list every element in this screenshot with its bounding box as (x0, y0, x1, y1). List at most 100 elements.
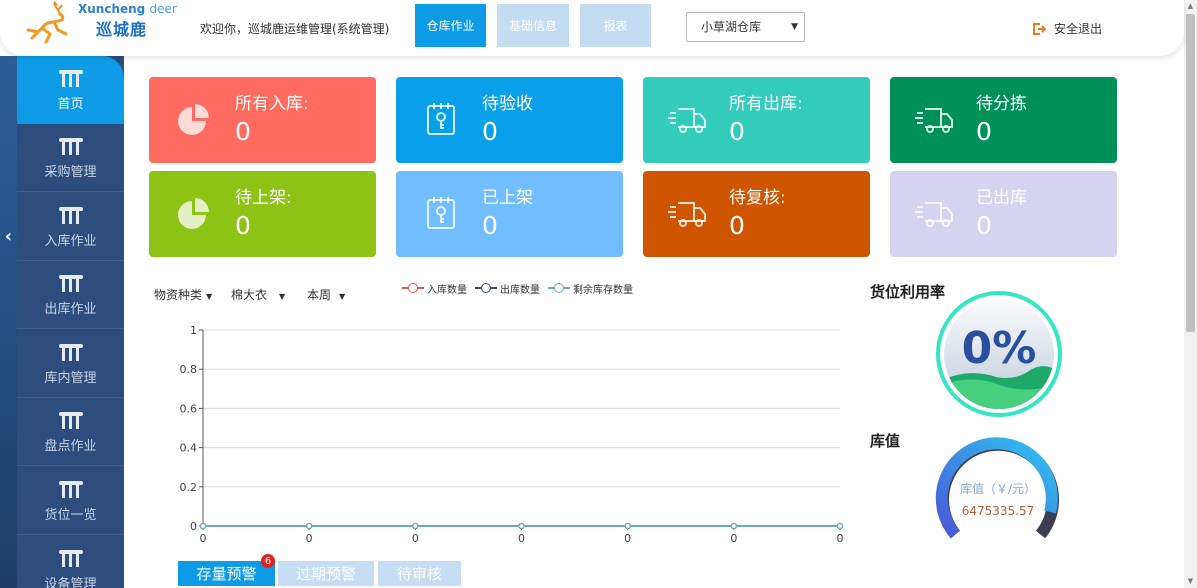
logout-button[interactable]: 安全退出 (1032, 20, 1102, 37)
series-point (730, 522, 737, 530)
series-point (836, 522, 844, 530)
y-tick-label: 0 (190, 520, 197, 533)
scroll-thumb[interactable] (1186, 14, 1195, 332)
sidebar-item-home[interactable]: 首页 (17, 56, 124, 124)
card-label: 已上架 (482, 188, 533, 208)
warehouse-select-value: 小草湖仓库 (701, 20, 762, 34)
legend-marker (548, 283, 570, 293)
legend-item-remaining[interactable]: 剩余库存数量 (548, 281, 633, 296)
item-filter-value: 棉大衣 (231, 288, 268, 302)
x-tick-label: 0 (518, 532, 525, 545)
card-value: 0 (235, 211, 251, 240)
x-tick-label: 0 (412, 532, 419, 545)
series-point (199, 522, 207, 530)
sidebar-item-in-warehouse[interactable]: 库内管理 (17, 330, 124, 398)
clipboard-key-icon (427, 103, 455, 135)
logo-text-en: Xuncheng deer (78, 2, 177, 16)
card-value: 0 (729, 117, 745, 146)
pie-chart-icon (178, 198, 209, 229)
x-tick-label: 0 (624, 532, 631, 545)
pillar-icon (58, 344, 83, 361)
x-tick-label: 0 (730, 532, 737, 545)
sidebar: 首页 采购管理 入库作业 出库作业 库内管理 盘点作业 货位一览 设备管理 (17, 56, 124, 588)
sidebar-item-label: 出库作业 (44, 302, 97, 317)
card-shipped[interactable]: 已出库 0 (890, 171, 1117, 257)
sidebar-item-equipment[interactable]: 设备管理 (17, 536, 124, 588)
item-filter[interactable]: 棉大衣 ▼ (231, 286, 285, 303)
truck-icon (915, 108, 953, 133)
sidebar-item-locations[interactable]: 货位一览 (17, 467, 124, 535)
chart-legend: 入库数量 出库数量 剩余库存数量 (402, 281, 641, 296)
line-chart: 00.20.40.60.810 0 0 0 0 0 0 (180, 324, 844, 545)
utilization-gauge: 0% (936, 291, 1062, 417)
inventory-value-title: 库值 (870, 432, 901, 450)
pillar-icon (58, 207, 83, 224)
card-label: 待复核: (729, 188, 786, 208)
utilization-value: 0% (962, 323, 1037, 374)
utilization-title: 货位利用率 (870, 283, 946, 301)
chevron-left-icon[interactable]: ‹ (0, 226, 17, 247)
legend-item-inbound[interactable]: 入库数量 (402, 281, 467, 296)
pillar-icon (58, 481, 83, 498)
sidebar-item-label: 库内管理 (44, 371, 97, 386)
card-value: 0 (235, 117, 251, 146)
scroll-down-icon[interactable]: ▼ (1186, 577, 1195, 586)
truck-icon (668, 108, 706, 133)
card-label: 待上架: (235, 188, 292, 208)
tab-pending-approval[interactable]: 待审核 (378, 561, 461, 586)
scroll-up-icon[interactable]: ▲ (1186, 2, 1195, 11)
pillar-icon (58, 412, 83, 429)
clipboard-key-icon (427, 197, 455, 229)
card-value: 0 (482, 211, 498, 240)
welcome-text: 欢迎你，巡城鹿运维管理(系统管理) (200, 22, 390, 36)
legend-item-outbound[interactable]: 出库数量 (475, 281, 540, 296)
sidebar-item-purchase[interactable]: 采购管理 (17, 124, 124, 192)
sidebar-item-inventory-count[interactable]: 盘点作业 (17, 398, 124, 466)
category-filter[interactable]: 物资种类 ▼ (154, 286, 212, 303)
logo: Xuncheng deer 巡城鹿 (24, 0, 177, 50)
sidebar-item-label: 入库作业 (44, 234, 97, 249)
truck-icon (668, 202, 706, 227)
warehouse-select[interactable]: 小草湖仓库 ▼ (686, 12, 805, 42)
pillar-icon (58, 70, 83, 87)
y-tick-label: 0.4 (180, 442, 198, 455)
card-pending-review[interactable]: 待复核: 0 (643, 171, 870, 257)
y-tick-label: 0.6 (180, 402, 198, 415)
card-value: 0 (976, 211, 992, 240)
category-filter-value: 物资种类 (154, 288, 203, 302)
sidebar-edge (0, 56, 17, 588)
period-filter-value: 本周 (307, 288, 332, 302)
card-pending-sorting[interactable]: 待分拣 0 (890, 77, 1117, 163)
tab-expiry-warning[interactable]: 过期预警 (278, 561, 374, 586)
card-pending-inspection[interactable]: 待验收 0 (396, 77, 623, 163)
card-shelved[interactable]: 已上架 0 (396, 171, 623, 257)
period-filter[interactable]: 本周 ▼ (307, 286, 345, 303)
app-root: Xuncheng deer 巡城鹿 欢迎你，巡城鹿运维管理(系统管理) 仓库作业… (0, 0, 1197, 588)
nav-warehouse-ops-button[interactable]: 仓库作业 (415, 4, 486, 47)
deer-logo-icon (26, 1, 68, 44)
card-label: 已出库 (976, 188, 1027, 208)
nav-reports-button[interactable]: 报表 (580, 4, 651, 47)
card-all-outbound[interactable]: 所有出库: 0 (643, 77, 870, 163)
card-value: 0 (482, 117, 498, 146)
nav-basic-info-button[interactable]: 基础信息 (497, 4, 569, 47)
top-header: Xuncheng deer 巡城鹿 欢迎你，巡城鹿运维管理(系统管理) 仓库作业… (0, 0, 1184, 56)
sidebar-item-outbound[interactable]: 出库作业 (17, 261, 124, 329)
card-pending-shelving[interactable]: 待上架: 0 (149, 171, 376, 257)
sidebar-item-label: 采购管理 (44, 165, 97, 180)
truck-icon (915, 202, 953, 227)
tab-stock-warning[interactable]: 存量预警 (178, 561, 275, 586)
sidebar-item-inbound[interactable]: 入库作业 (17, 193, 124, 261)
series-point (624, 522, 631, 530)
sidebar-item-label: 货位一览 (44, 508, 97, 523)
inventory-value-label: 库值（￥/元） (959, 482, 1037, 496)
legend-marker (475, 283, 497, 293)
card-label: 待分拣 (976, 94, 1027, 114)
card-value: 0 (976, 117, 992, 146)
card-all-inbound[interactable]: 所有入库: 0 (149, 77, 376, 163)
card-label: 待验收 (482, 94, 533, 114)
sidebar-item-label: 盘点作业 (44, 439, 97, 454)
pillar-icon (58, 138, 83, 155)
legend-marker (402, 283, 424, 293)
caret-down-icon: ▼ (206, 292, 213, 301)
